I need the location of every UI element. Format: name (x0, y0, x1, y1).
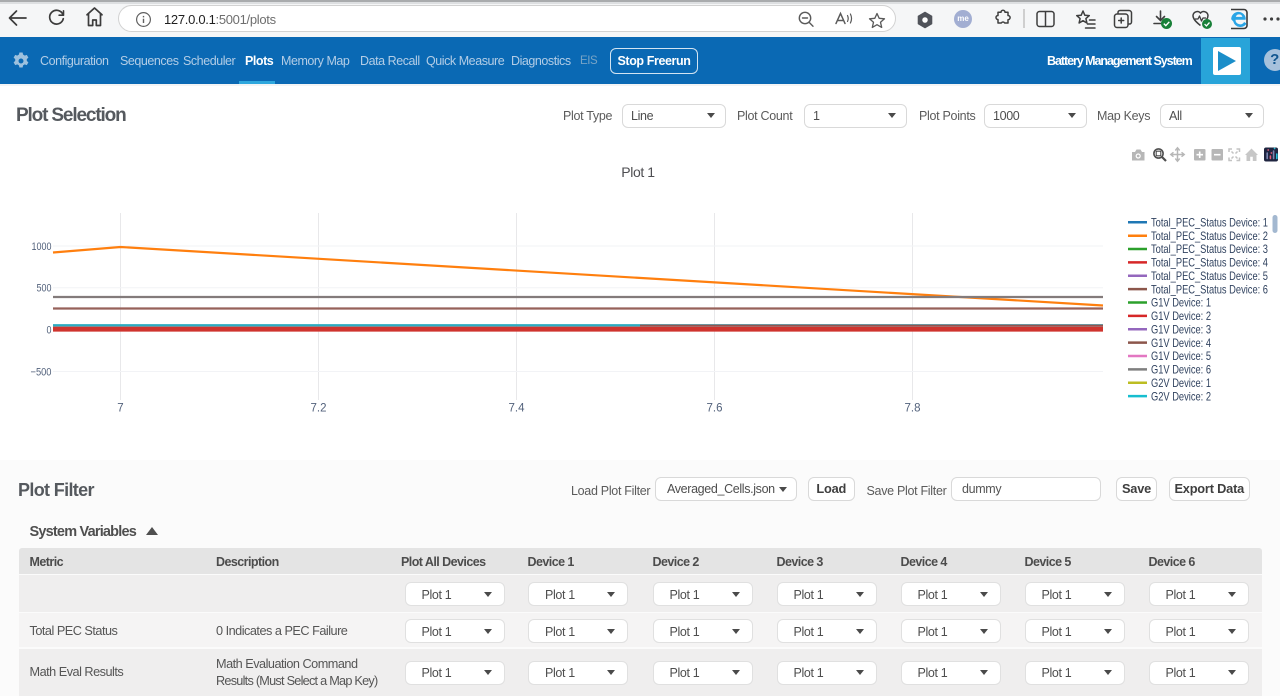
svg-text:G1V Device: 1: G1V Device: 1 (1151, 296, 1211, 310)
svg-text:7.2: 7.2 (311, 403, 327, 415)
svg-text:Total_PEC_Status Device: 2: Total_PEC_Status Device: 2 (1151, 229, 1268, 243)
svg-text:7.8: 7.8 (905, 403, 921, 415)
svg-text:−500: −500 (31, 366, 52, 378)
svg-text:Total_PEC_Status Device: 1: Total_PEC_Status Device: 1 (1151, 216, 1268, 230)
svg-text:G1V Device: 3: G1V Device: 3 (1151, 323, 1211, 337)
svg-text:Total_PEC_Status Device: 6: Total_PEC_Status Device: 6 (1151, 282, 1268, 296)
svg-text:Plot 1: Plot 1 (621, 164, 655, 180)
svg-text:G1V Device: 5: G1V Device: 5 (1151, 349, 1211, 363)
svg-text:1000: 1000 (32, 241, 52, 253)
svg-text:Total_PEC_Status Device: 5: Total_PEC_Status Device: 5 (1151, 269, 1268, 283)
svg-text:G2V Device: 1: G2V Device: 1 (1151, 376, 1211, 390)
svg-text:7: 7 (117, 403, 123, 415)
svg-text:G1V Device: 2: G1V Device: 2 (1151, 309, 1211, 323)
svg-text:0: 0 (47, 325, 52, 337)
svg-text:500: 500 (37, 283, 52, 295)
svg-text:7.6: 7.6 (707, 403, 723, 415)
svg-text:G1V Device: 4: G1V Device: 4 (1151, 336, 1211, 350)
svg-text:G1V Device: 6: G1V Device: 6 (1151, 363, 1211, 377)
svg-text:7.4: 7.4 (509, 403, 526, 415)
svg-text:Total_PEC_Status Device: 4: Total_PEC_Status Device: 4 (1151, 256, 1268, 270)
svg-text:Total_PEC_Status Device: 3: Total_PEC_Status Device: 3 (1151, 242, 1268, 256)
svg-text:G2V Device: 2: G2V Device: 2 (1151, 389, 1211, 403)
